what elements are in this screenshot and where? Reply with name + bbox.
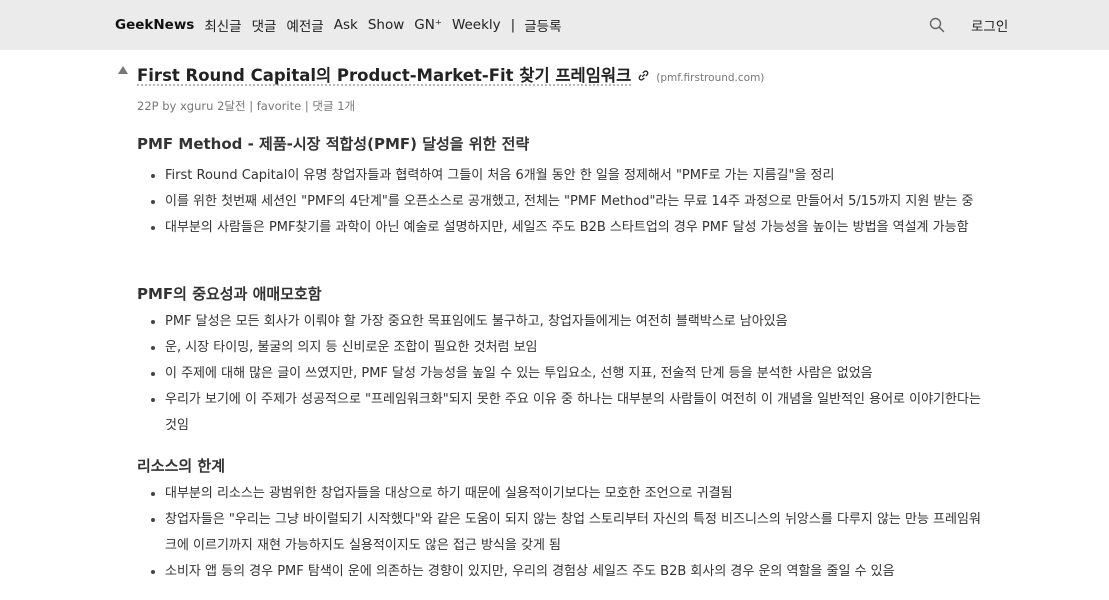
list-item: PMF 달성은 모든 회사가 이뤄야 할 가장 중요한 목표임에도 불구하고, … [137, 309, 987, 335]
post-title-row: First Round Capital의 Product-Market-Fit … [137, 62, 764, 86]
post-meta: 22P by xguru 2달전 | favorite | 댓글 1개 [137, 98, 355, 114]
section-heading: PMF Method - 제품-시장 적합성(PMF) 달성을 위한 전략 [137, 135, 530, 153]
section-bullet-list: PMF 달성은 모든 회사가 이뤄야 할 가장 중요한 목표임에도 불구하고, … [137, 309, 987, 439]
main-nav: GeekNews 최신글 댓글 예전글 Ask Show GN⁺ Weekly … [115, 0, 572, 50]
top-navigation-bar: GeekNews 최신글 댓글 예전글 Ask Show GN⁺ Weekly … [0, 0, 1109, 50]
search-icon[interactable] [929, 17, 945, 33]
list-item: 대부분의 사람들은 PMF찾기를 과학이 아닌 예술로 설명하지만, 세일즈 주… [137, 215, 987, 241]
list-item: 이 주제에 대해 많은 글이 쓰였지만, PMF 달성 가능성을 높일 수 있는… [137, 361, 987, 387]
nav-latest[interactable]: 최신글 [204, 15, 241, 35]
nav-show[interactable]: Show [368, 17, 404, 33]
comments-link[interactable]: 댓글 1개 [312, 99, 355, 113]
list-item: 이를 위한 첫번째 세션인 "PMF의 4단계"를 오픈소스로 공개했고, 전체… [137, 189, 987, 215]
list-item: First Round Capital이 유명 창업자들과 협력하여 그들이 처… [137, 163, 987, 189]
nav-ask[interactable]: Ask [334, 17, 358, 33]
section-bullet-list: 대부분의 리소스는 광범위한 창업자들을 대상으로 하기 때문에 실용적이기보다… [137, 481, 987, 585]
section-heading: 리소스의 한계 [137, 457, 226, 475]
upvote-icon[interactable] [118, 66, 128, 74]
list-item: 창업자들은 "우리는 그냥 바이럴되기 시작했다"와 같은 도움이 되지 않는 … [137, 507, 987, 559]
post-content: First Round Capital의 Product-Market-Fit … [0, 50, 1109, 600]
favorite-link[interactable]: favorite [257, 99, 301, 113]
nav-weekly[interactable]: Weekly [452, 17, 501, 33]
list-item: 운, 시장 타이밍, 불굴의 의지 등 신비로운 조합이 필요한 것처럼 보임 [137, 335, 987, 361]
list-item: 소비자 앱 등의 경우 PMF 탐색이 운에 의존하는 경향이 있지만, 우리의… [137, 559, 987, 585]
nav-past[interactable]: 예전글 [286, 15, 323, 35]
nav-gn-plus[interactable]: GN⁺ [414, 17, 442, 33]
brand-logo-link[interactable]: GeekNews [115, 17, 194, 33]
link-icon [638, 70, 649, 81]
post-author[interactable]: xguru [180, 99, 213, 113]
post-title-link[interactable]: First Round Capital의 Product-Market-Fit … [137, 62, 631, 86]
meta-separator: | [249, 99, 254, 113]
post-domain[interactable]: (pmf.firstround.com) [656, 72, 764, 84]
post-by: by [162, 99, 177, 113]
list-item: 우리가 보기에 이 주제가 성공적으로 "프레임워크화"되지 못한 주요 이유 … [137, 387, 987, 439]
section-bullet-list: First Round Capital이 유명 창업자들과 협력하여 그들이 처… [137, 163, 987, 241]
section-heading: PMF의 중요성과 애매모호함 [137, 285, 322, 303]
login-link[interactable]: 로그인 [971, 0, 1008, 50]
nav-comments[interactable]: 댓글 [252, 15, 277, 35]
nav-separator: | [510, 17, 516, 33]
meta-separator: | [304, 99, 309, 113]
list-item: 대부분의 리소스는 광범위한 창업자들을 대상으로 하기 때문에 실용적이기보다… [137, 481, 987, 507]
nav-submit[interactable]: 글등록 [524, 15, 561, 35]
post-points: 22P [137, 99, 159, 113]
post-time[interactable]: 2달전 [217, 99, 245, 113]
